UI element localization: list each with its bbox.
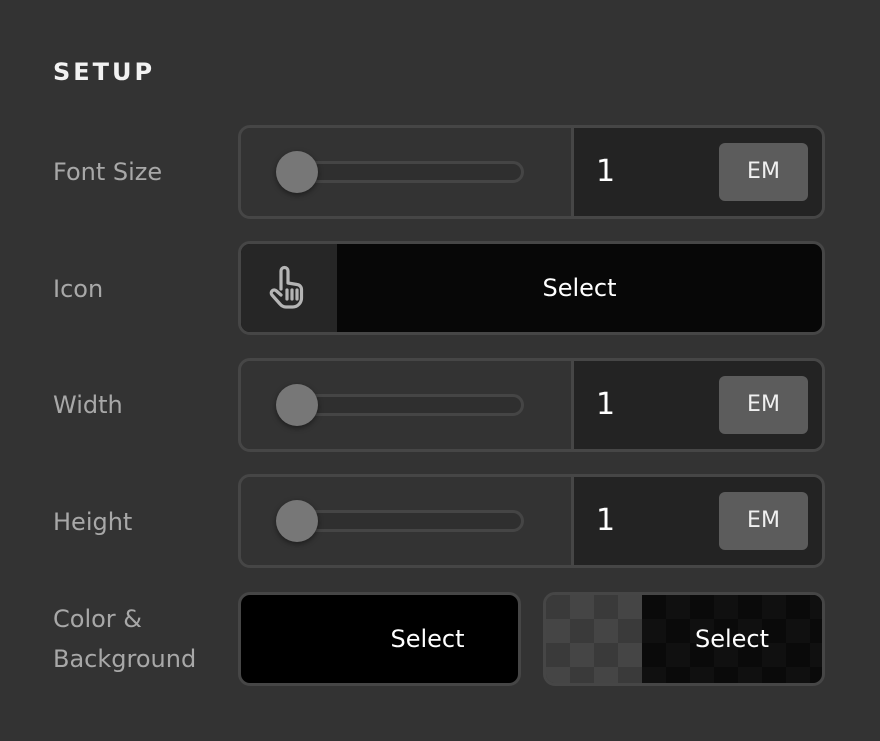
- hand-pointer-icon: [269, 265, 304, 309]
- color-label-line2: Background: [53, 645, 197, 673]
- icon-select-button[interactable]: Select: [238, 241, 825, 335]
- width-label: Width: [53, 391, 123, 419]
- height-value[interactable]: 1: [596, 477, 615, 565]
- width-unit-button[interactable]: EM: [719, 376, 808, 434]
- width-value[interactable]: 1: [596, 361, 615, 449]
- font-size-control: 1 EM: [238, 125, 825, 219]
- width-control: 1 EM: [238, 358, 825, 452]
- color-select-label[interactable]: Select: [241, 595, 518, 683]
- font-size-unit-button[interactable]: EM: [719, 143, 808, 201]
- icon-select-label[interactable]: Select: [337, 244, 822, 332]
- height-label: Height: [53, 508, 133, 536]
- font-size-slider[interactable]: [241, 128, 574, 216]
- height-input[interactable]: 1 EM: [574, 477, 822, 565]
- color-select-button[interactable]: Select: [238, 592, 521, 686]
- color-label-line1: Color &: [53, 605, 143, 633]
- height-unit-button[interactable]: EM: [719, 492, 808, 550]
- section-title: SETUP: [53, 58, 156, 86]
- font-size-input[interactable]: 1 EM: [574, 128, 822, 216]
- height-control: 1 EM: [238, 474, 825, 568]
- height-slider[interactable]: [241, 477, 574, 565]
- icon-preview[interactable]: [241, 244, 337, 332]
- width-input[interactable]: 1 EM: [574, 361, 822, 449]
- background-select-button[interactable]: Select: [543, 592, 825, 686]
- font-size-label: Font Size: [53, 158, 163, 186]
- font-size-value[interactable]: 1: [596, 128, 615, 216]
- icon-label: Icon: [53, 275, 104, 303]
- background-select-label[interactable]: Select: [546, 595, 822, 683]
- slider-thumb[interactable]: [276, 151, 318, 193]
- width-slider[interactable]: [241, 361, 574, 449]
- slider-thumb[interactable]: [276, 384, 318, 426]
- slider-thumb[interactable]: [276, 500, 318, 542]
